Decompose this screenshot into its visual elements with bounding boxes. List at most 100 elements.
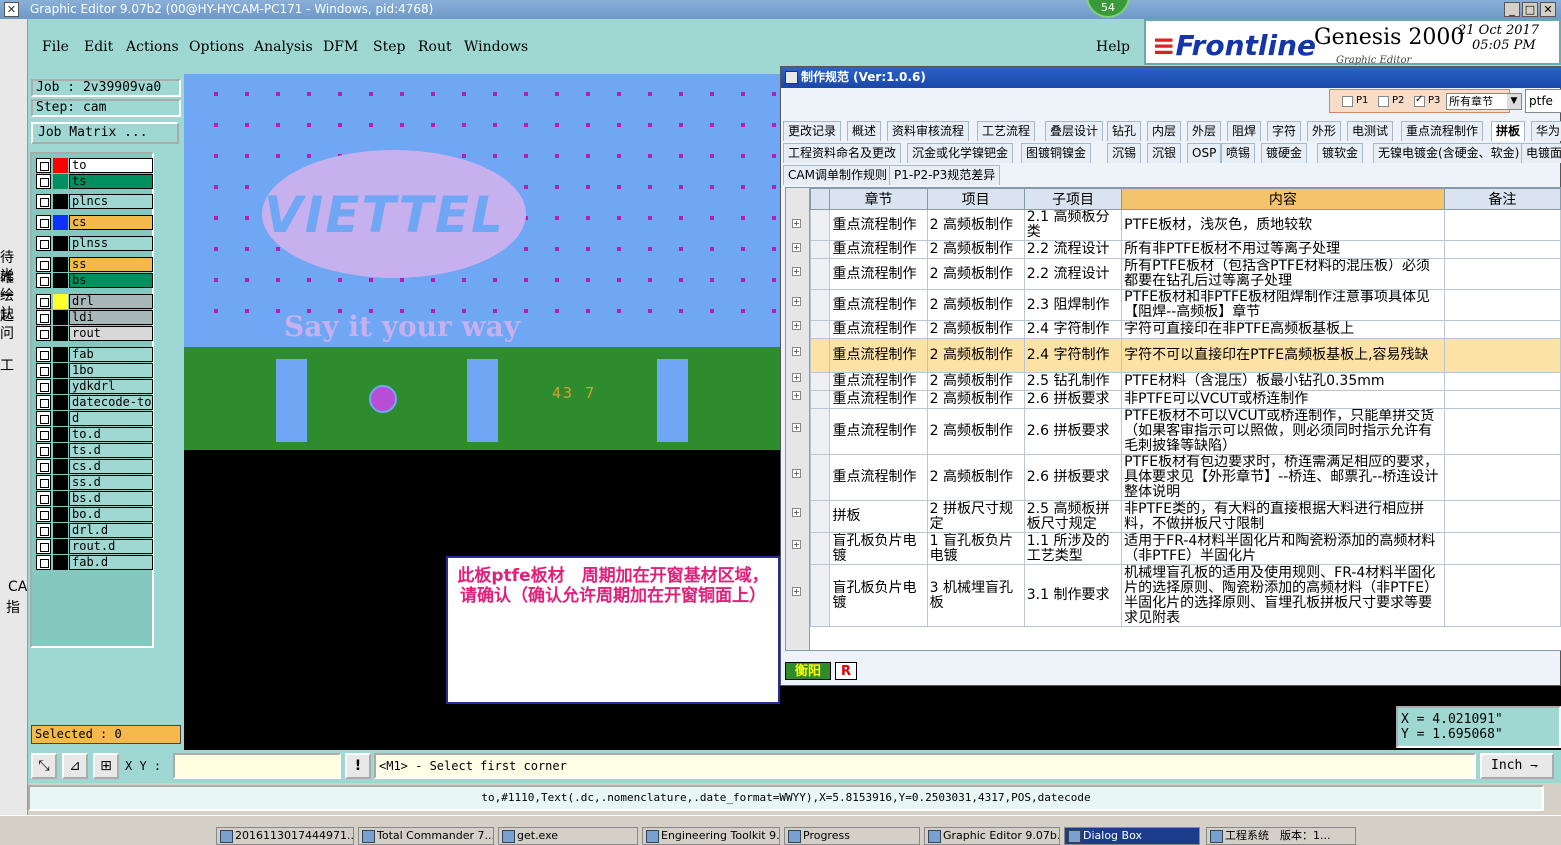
layer-color-swatch[interactable] [53, 194, 68, 209]
layer-name[interactable]: plnss [69, 236, 153, 251]
table-cell[interactable] [1443, 500, 1561, 533]
warning-icon[interactable]: ! [345, 753, 371, 779]
layer-color-swatch[interactable] [53, 257, 68, 272]
layer-checkbox[interactable] [36, 194, 51, 209]
layer-row[interactable]: cs.d [36, 459, 154, 474]
table-row[interactable]: 重点流程制作 2 高频板制作 2.2 流程设计 所有PTFE板材（包括含PTFE材料的… [809, 258, 1561, 290]
table-cell[interactable]: 适用于FR-4材料半固化片和陶瓷粉添加的高频材料（非PTFE）半固化片 [1121, 532, 1445, 565]
taskbar-item[interactable]: 工程系统 版本：1... [1206, 827, 1356, 845]
table-cell[interactable] [1443, 289, 1561, 321]
minimize-button[interactable]: _ [1504, 2, 1520, 17]
layer-name[interactable]: drl [69, 294, 153, 309]
tab-item[interactable]: 电镀面 [1521, 143, 1561, 163]
tab-item[interactable]: 外形 [1307, 121, 1342, 141]
row-header[interactable] [809, 258, 831, 290]
tab-item[interactable]: 字符 [1267, 121, 1302, 141]
zoom-in-icon[interactable]: ⤡ [31, 753, 57, 779]
row-header[interactable] [809, 338, 831, 373]
layer-checkbox[interactable] [36, 326, 51, 341]
table-cell[interactable]: 重点流程制作 [829, 408, 928, 455]
layer-name[interactable]: bs [69, 273, 153, 288]
layer-name[interactable]: cs.d [69, 459, 153, 474]
table-cell[interactable]: 所有非PTFE板材不用过等离子处理 [1121, 240, 1445, 259]
layer-name[interactable]: plncs [69, 194, 153, 209]
table-cell[interactable] [1443, 454, 1561, 501]
table-row[interactable]: 盲孔板负片电镀 1 盲孔板负片电镀 1.1 所涉及的工艺类型 适用于FR-4材料半固化… [809, 532, 1561, 565]
table-cell[interactable] [1443, 532, 1561, 565]
layer-row[interactable]: ldi [36, 310, 154, 325]
layer-row[interactable]: datecode-to [36, 395, 154, 410]
table-cell[interactable]: PTFE板材和非PTFE板材阻焊制作注意事项具体见【阻焊--高频板】章节 [1121, 289, 1445, 321]
layer-name[interactable]: ss [69, 257, 153, 272]
table-cell[interactable]: 2.6 拼板要求 [1023, 454, 1123, 501]
table-cell[interactable]: 2.4 字符制作 [1023, 338, 1123, 373]
tab-item[interactable]: P1-P2-P3规范差异 [889, 165, 1001, 185]
layer-checkbox[interactable] [36, 347, 51, 362]
row-header[interactable] [809, 500, 831, 533]
table-cell[interactable]: 机械埋盲孔板的适用及使用规则、FR-4材料半固化片的选择原则、陶瓷粉添加的高频材… [1121, 564, 1445, 627]
r-tab[interactable]: R [835, 662, 857, 680]
table-cell[interactable]: 所有PTFE板材（包括含PTFE材料的混压板）必须都要在钻孔后过等离子处理 [1121, 258, 1445, 290]
expand-icon[interactable]: + [792, 297, 801, 306]
expand-icon[interactable]: + [792, 423, 801, 432]
table-cell[interactable]: PTFE材料（含混压）板最小钻孔0.35mm [1121, 372, 1445, 391]
layer-checkbox[interactable] [36, 411, 51, 426]
expand-icon[interactable]: + [792, 243, 801, 252]
table-row[interactable]: 重点流程制作 2 高频板制作 2.6 拼板要求 PTFE板材有包边要求时，桥连需满足相… [809, 454, 1561, 501]
layer-name[interactable]: d [69, 411, 153, 426]
table-cell[interactable] [1443, 338, 1561, 373]
table-row[interactable]: 重点流程制作 2 高频板制作 2.1 高频板分类 PTFE板材，浅灰色，质地较软 [809, 209, 1561, 241]
tab-item[interactable]: 叠层设计 [1045, 121, 1104, 141]
layer-name[interactable]: fab [69, 347, 153, 362]
tab-item[interactable]: 无镍电镀金(含硬金、软金) [1373, 143, 1525, 163]
table-cell[interactable]: 重点流程制作 [829, 338, 928, 373]
menu-windows[interactable]: Windows [464, 39, 528, 55]
tab-item[interactable]: 阻焊 [1227, 121, 1262, 141]
row-header[interactable] [809, 289, 831, 321]
job-matrix-button[interactable]: Job Matrix ... [31, 122, 179, 144]
table-cell[interactable]: 2.5 钻孔制作 [1023, 372, 1123, 391]
layer-checkbox[interactable] [36, 257, 51, 272]
layer-checkbox[interactable] [36, 379, 51, 394]
table-cell[interactable]: 重点流程制作 [829, 372, 928, 391]
tab-item[interactable]: 喷锡 [1221, 143, 1256, 163]
layer-row[interactable]: drl [36, 294, 154, 309]
layer-row[interactable]: plncs [36, 194, 154, 209]
expand-icon[interactable]: + [792, 469, 801, 478]
taskbar-item[interactable]: Total Commander 7.... [358, 827, 494, 845]
layer-name[interactable]: bo.d [69, 507, 153, 522]
table-cell[interactable]: 非PTFE可以VCUT或桥连制作 [1121, 390, 1445, 409]
col-header[interactable]: 备注 [1443, 188, 1561, 210]
table-cell[interactable]: 2 高频板制作 [926, 372, 1025, 391]
layer-name[interactable]: ldi [69, 310, 153, 325]
table-cell[interactable]: 拼板 [829, 500, 928, 533]
tab-item[interactable]: 重点流程制作 [1401, 121, 1484, 141]
expand-icon[interactable]: + [792, 391, 801, 400]
menu-step[interactable]: Step [373, 39, 405, 55]
p2-checkbox[interactable] [1378, 96, 1389, 107]
layer-checkbox[interactable] [36, 273, 51, 288]
layer-checkbox[interactable] [36, 236, 51, 251]
table-cell[interactable]: 2 高频板制作 [926, 320, 1025, 339]
layer-name[interactable]: to.d [69, 427, 153, 442]
layer-color-swatch[interactable] [53, 491, 68, 506]
tab-item[interactable]: 沉银 [1147, 143, 1182, 163]
table-cell[interactable]: 2 高频板制作 [926, 454, 1025, 501]
table-cell[interactable]: 2.2 流程设计 [1023, 240, 1123, 259]
layer-name[interactable]: rout.d [69, 539, 153, 554]
table-cell[interactable]: 2 高频板制作 [926, 258, 1025, 290]
tab-item[interactable]: 工程资料命名及更改 [783, 143, 902, 163]
expand-icon[interactable]: + [792, 219, 801, 228]
layer-checkbox[interactable] [36, 427, 51, 442]
table-cell[interactable]: 重点流程制作 [829, 258, 928, 290]
layer-color-swatch[interactable] [53, 459, 68, 474]
layer-checkbox[interactable] [36, 523, 51, 538]
table-cell[interactable]: 2.6 拼板要求 [1023, 390, 1123, 409]
layer-checkbox[interactable] [36, 215, 51, 230]
table-cell[interactable] [1443, 209, 1561, 241]
taskbar-item[interactable]: 2016113017444971... [216, 827, 354, 845]
taskbar-item[interactable]: Progress [784, 827, 920, 845]
taskbar-item[interactable]: Graphic Editor 9.07b... [924, 827, 1060, 845]
col-header[interactable]: 子项目 [1023, 188, 1123, 210]
table-cell[interactable]: 字符不可以直接印在PTFE高频板基板上,容易残缺 [1121, 338, 1445, 373]
